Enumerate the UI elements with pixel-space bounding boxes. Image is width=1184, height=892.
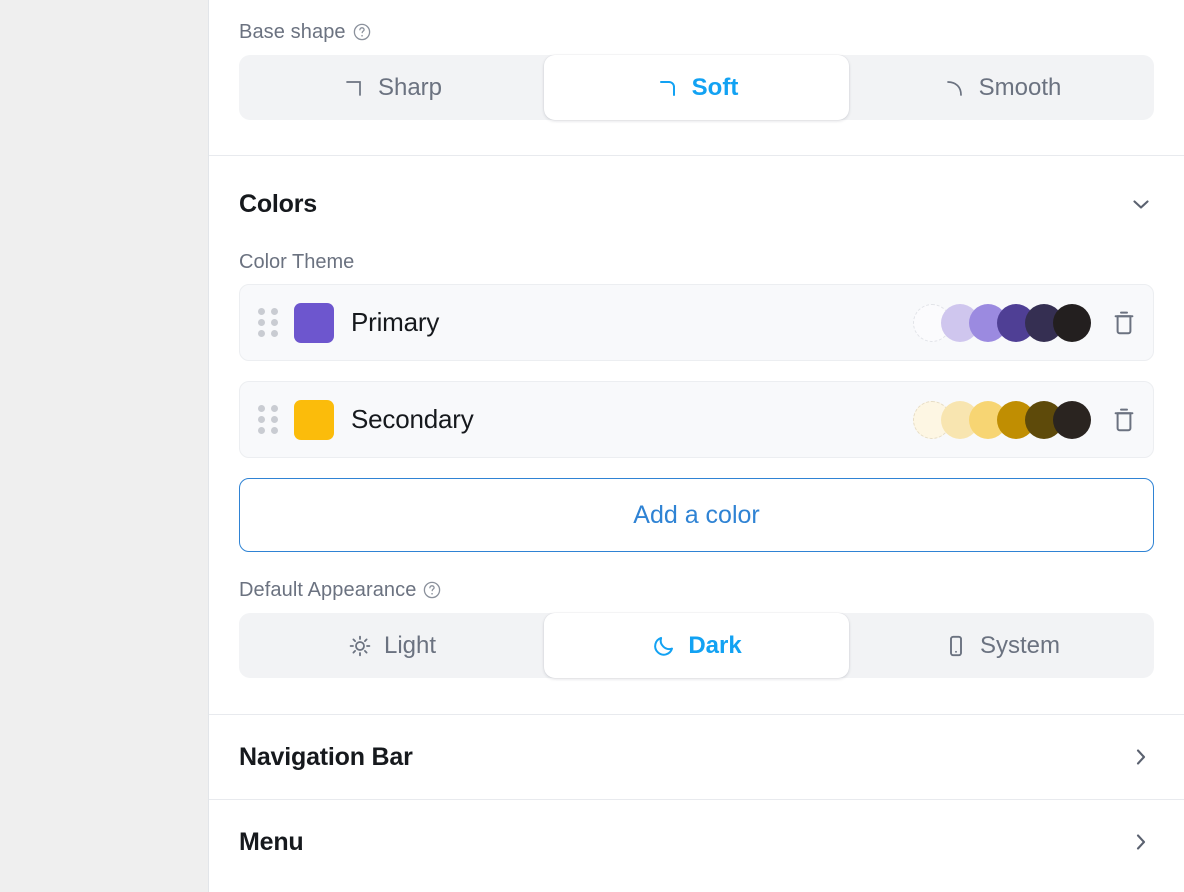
menu-title: Menu <box>239 828 303 857</box>
base-shape-option-sharp-label: Sharp <box>378 74 442 102</box>
corner-soft-icon <box>655 75 681 101</box>
appearance-option-light-label: Light <box>384 632 436 660</box>
appearance-option-light[interactable]: Light <box>239 613 544 678</box>
base-shape-label-text: Base shape <box>239 22 346 42</box>
chevron-right-icon[interactable] <box>1128 744 1154 770</box>
ramp-shade <box>1053 304 1091 342</box>
base-shape-option-soft-label: Soft <box>692 74 739 102</box>
base-shape-option-smooth-label: Smooth <box>979 74 1062 102</box>
colors-section: Colors Color Theme Primary <box>209 156 1184 678</box>
base-shape-segmented-control[interactable]: Sharp Soft Smooth <box>239 55 1154 120</box>
menu-section: Menu <box>209 800 1184 884</box>
appearance-option-system[interactable]: System <box>849 613 1154 678</box>
base-shape-option-sharp[interactable]: Sharp <box>239 55 544 120</box>
color-swatch-primary[interactable] <box>294 303 334 343</box>
trash-icon[interactable] <box>1109 404 1139 436</box>
colors-section-title: Colors <box>239 190 317 219</box>
app-screen: Base shape Sharp <box>0 0 1184 892</box>
color-swatch-secondary[interactable] <box>294 400 334 440</box>
default-appearance-label: Default Appearance <box>239 580 1154 600</box>
spacer-colors <box>209 678 1184 714</box>
settings-panel: Base shape Sharp <box>209 0 1184 892</box>
drag-handle-icon[interactable] <box>258 405 278 435</box>
color-row-primary[interactable]: Primary <box>239 284 1154 361</box>
base-shape-option-soft[interactable]: Soft <box>544 55 849 120</box>
navigation-bar-header[interactable]: Navigation Bar <box>239 715 1154 799</box>
add-color-button[interactable]: Add a color <box>239 478 1154 552</box>
appearance-option-system-label: System <box>980 632 1060 660</box>
base-shape-label: Base shape <box>239 22 1154 42</box>
left-backdrop <box>0 0 209 892</box>
corner-smooth-icon <box>942 75 968 101</box>
default-appearance-label-text: Default Appearance <box>239 580 416 600</box>
help-circle-icon[interactable] <box>353 23 371 41</box>
corner-sharp-icon <box>341 75 367 101</box>
color-theme-label: Color Theme <box>239 252 1154 272</box>
color-row-secondary[interactable]: Secondary <box>239 381 1154 458</box>
appearance-option-dark-label: Dark <box>688 632 741 660</box>
color-name-secondary: Secondary <box>351 404 913 435</box>
trash-icon[interactable] <box>1109 307 1139 339</box>
base-shape-section: Base shape Sharp <box>209 0 1184 120</box>
spacer-base-shape <box>209 120 1184 155</box>
ramp-shade <box>1053 401 1091 439</box>
drag-handle-icon[interactable] <box>258 308 278 338</box>
help-circle-icon[interactable] <box>423 581 441 599</box>
device-phone-icon <box>943 633 969 659</box>
appearance-option-dark[interactable]: Dark <box>544 613 849 678</box>
default-appearance-segmented-control[interactable]: Light Dark <box>239 613 1154 678</box>
base-shape-option-smooth[interactable]: Smooth <box>849 55 1154 120</box>
sun-icon <box>347 633 373 659</box>
chevron-down-icon[interactable] <box>1128 191 1154 217</box>
navigation-bar-title: Navigation Bar <box>239 743 413 772</box>
colors-section-header[interactable]: Colors <box>239 156 1154 252</box>
menu-header[interactable]: Menu <box>239 800 1154 884</box>
color-name-primary: Primary <box>351 307 913 338</box>
navigation-bar-section: Navigation Bar <box>209 715 1184 799</box>
moon-icon <box>651 633 677 659</box>
chevron-right-icon[interactable] <box>1128 829 1154 855</box>
color-ramp-secondary <box>913 401 1091 439</box>
color-ramp-primary <box>913 304 1091 342</box>
